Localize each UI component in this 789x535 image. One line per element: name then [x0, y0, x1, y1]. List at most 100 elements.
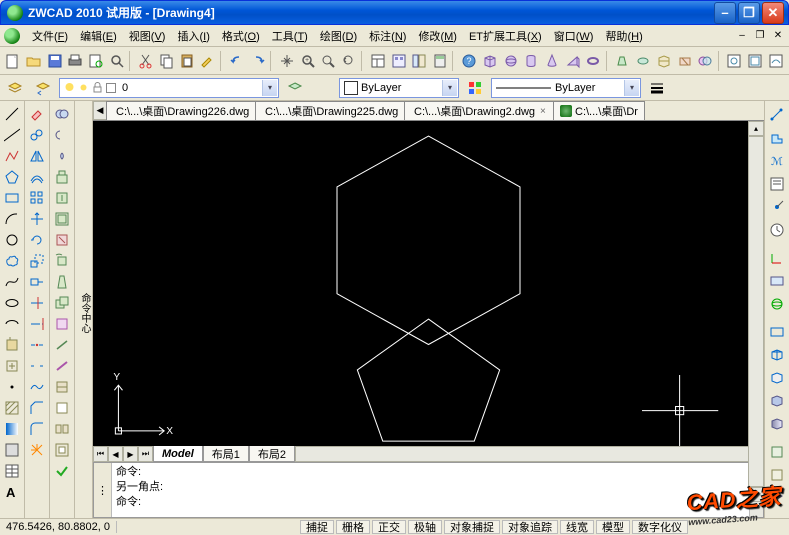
- sphere-icon[interactable]: [501, 50, 520, 72]
- delete-face-icon[interactable]: [51, 230, 73, 250]
- scroll-up-button[interactable]: ▴: [748, 121, 764, 136]
- line-icon[interactable]: [1, 104, 23, 124]
- separate-icon[interactable]: [51, 419, 73, 439]
- revolve-icon[interactable]: [634, 50, 653, 72]
- chevron-down-icon[interactable]: ▾: [624, 80, 639, 96]
- 2d-wireframe-icon[interactable]: [766, 321, 788, 343]
- layout-tab-2[interactable]: 布局2: [249, 446, 295, 462]
- ellipse-arc-icon[interactable]: [1, 314, 23, 334]
- hatch-icon[interactable]: [1, 398, 23, 418]
- status-snap[interactable]: 捕捉: [300, 520, 334, 534]
- menu-view[interactable]: 视图(V): [123, 26, 172, 46]
- layout-nav-next[interactable]: ▶: [123, 446, 138, 462]
- color-edge-icon[interactable]: [51, 356, 73, 376]
- pan-icon[interactable]: [277, 50, 296, 72]
- cylinder-icon[interactable]: [522, 50, 541, 72]
- intersect-icon[interactable]: [51, 146, 73, 166]
- array-icon[interactable]: [26, 188, 48, 208]
- status-model[interactable]: 模型: [596, 520, 630, 534]
- extend-icon[interactable]: [26, 314, 48, 334]
- named-views-icon[interactable]: [766, 270, 788, 292]
- stretch-icon[interactable]: [26, 272, 48, 292]
- command-input[interactable]: 命令: 另一角点: 命令:: [112, 463, 749, 517]
- find-icon[interactable]: [108, 50, 127, 72]
- print-preview-icon[interactable]: [87, 50, 106, 72]
- mdi-minimize-button[interactable]: –: [735, 29, 749, 43]
- status-osnap[interactable]: 对象捕捉: [444, 520, 500, 534]
- paste-icon[interactable]: [178, 50, 197, 72]
- layout-tab-model[interactable]: Model: [153, 446, 203, 462]
- vertical-scrollbar[interactable]: ▴ ▾: [748, 121, 764, 502]
- layout-nav-first[interactable]: ⏮: [93, 446, 108, 462]
- cut-icon[interactable]: [137, 50, 156, 72]
- copy-face-icon[interactable]: [51, 293, 73, 313]
- match-props-icon[interactable]: [199, 50, 218, 72]
- status-polar[interactable]: 极轴: [408, 520, 442, 534]
- offset-face-icon[interactable]: [51, 209, 73, 229]
- polygon-icon[interactable]: [1, 167, 23, 187]
- menu-format[interactable]: 格式(O): [216, 26, 266, 46]
- setup-profile-icon[interactable]: [766, 50, 785, 72]
- zoom-realtime-icon[interactable]: +: [298, 50, 317, 72]
- close-tab-icon[interactable]: ×: [538, 106, 548, 117]
- copy-icon[interactable]: [157, 50, 176, 72]
- mdi-restore-button[interactable]: ❐: [753, 29, 767, 43]
- ellipse-icon[interactable]: [1, 293, 23, 313]
- doc-tab-2[interactable]: C:\...\桌面\Drawing2.dwg×: [404, 101, 554, 120]
- layer-manager-icon[interactable]: [4, 77, 26, 99]
- arc-icon[interactable]: [1, 209, 23, 229]
- new-icon[interactable]: [4, 50, 23, 72]
- interfere-icon[interactable]: [696, 50, 715, 72]
- box-icon[interactable]: [480, 50, 499, 72]
- block-make-icon[interactable]: [1, 356, 23, 376]
- open-icon[interactable]: [25, 50, 44, 72]
- area-icon[interactable]: [766, 127, 788, 149]
- point-icon[interactable]: [1, 377, 23, 397]
- menu-et-extend[interactable]: ET扩展工具(X): [463, 26, 548, 46]
- flat-shade-icon[interactable]: [766, 390, 788, 412]
- status-tablet[interactable]: 数字化仪: [632, 520, 688, 534]
- print-icon[interactable]: [66, 50, 85, 72]
- copy-obj-icon[interactable]: [26, 125, 48, 145]
- tool-palettes-icon[interactable]: [410, 50, 429, 72]
- subtract-icon[interactable]: [51, 125, 73, 145]
- properties-icon[interactable]: [369, 50, 388, 72]
- maximize-button[interactable]: ❐: [738, 2, 760, 24]
- 3d-wireframe-icon[interactable]: [766, 344, 788, 366]
- doc-tab-0[interactable]: C:\...\桌面\Drawing226.dwg×: [106, 101, 256, 120]
- zoom-previous-icon[interactable]: [340, 50, 359, 72]
- menu-modify[interactable]: 修改(M): [412, 26, 463, 46]
- copy-edge-icon[interactable]: [51, 335, 73, 355]
- help-icon[interactable]: ?: [460, 50, 479, 72]
- color-settings-icon[interactable]: [464, 77, 486, 99]
- palette-handle[interactable]: 命令中心: [75, 101, 93, 518]
- menu-file[interactable]: 文件(F): [26, 26, 74, 46]
- mirror-icon[interactable]: [26, 146, 48, 166]
- mdi-close-button[interactable]: ✕: [771, 29, 785, 43]
- undo-icon[interactable]: [228, 50, 247, 72]
- gouraud-icon[interactable]: [766, 413, 788, 435]
- setup-drawing-icon[interactable]: [725, 50, 744, 72]
- block-insert-icon[interactable]: [1, 335, 23, 355]
- fillet-icon[interactable]: [26, 419, 48, 439]
- menu-draw[interactable]: 绘图(D): [314, 26, 363, 46]
- scale-icon[interactable]: [26, 251, 48, 271]
- setup-view-icon[interactable]: [746, 50, 765, 72]
- region-mass-icon[interactable]: ℳ: [766, 150, 788, 172]
- close-button[interactable]: ✕: [762, 2, 784, 24]
- union-icon[interactable]: [51, 104, 73, 124]
- ucs-icon[interactable]: [766, 247, 788, 269]
- rectangle-icon[interactable]: [1, 188, 23, 208]
- layer-previous-icon[interactable]: [32, 77, 54, 99]
- menu-window[interactable]: 窗口(W): [548, 26, 600, 46]
- doc-tab-3[interactable]: C:\...\桌面\Dr: [553, 101, 645, 120]
- top-view-icon[interactable]: [766, 441, 788, 463]
- section-icon[interactable]: [675, 50, 694, 72]
- layer-combo[interactable]: 0 ▾: [59, 78, 279, 98]
- menu-tools[interactable]: 工具(T): [266, 26, 314, 46]
- color-combo[interactable]: ByLayer ▾: [339, 78, 459, 98]
- hidden-icon[interactable]: [766, 367, 788, 389]
- layout-tab-1[interactable]: 布局1: [203, 446, 249, 462]
- minimize-button[interactable]: –: [714, 2, 736, 24]
- chamfer-icon[interactable]: [26, 398, 48, 418]
